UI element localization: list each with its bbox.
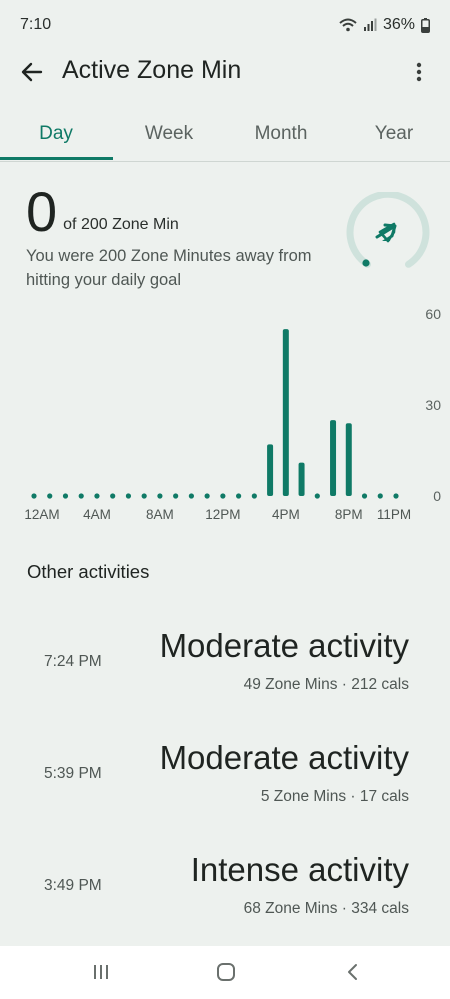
chart-zero-marker [94,493,100,499]
tab-week[interactable]: Week [113,112,225,162]
activity-item[interactable]: 5:39 PM Moderate activity 5 Zone Mins · … [0,736,450,836]
chart-zero-marker [220,493,226,499]
y-tick-label: 60 [425,306,441,322]
progress-dot [362,259,370,267]
status-bar: 7:10 36% [0,0,450,50]
wifi-icon [339,18,357,32]
x-tick-label: 4AM [83,507,111,522]
app-bar: Active Zone Min [0,50,450,94]
tab-year[interactable]: Year [338,112,450,162]
zone-arrows-icon [375,222,397,243]
chart-bar[interactable] [330,420,337,496]
chart-zero-marker [47,493,53,499]
zone-summary: 0 of 200 Zone Min [26,182,179,242]
activity-time: 7:24 PM [44,653,102,670]
chart-zero-marker [110,493,116,499]
chart-zero-marker [236,493,242,499]
activity-item[interactable]: 7:24 PM Moderate activity 49 Zone Mins ·… [0,624,450,724]
x-tick-label: 12PM [205,507,240,522]
chart-bar[interactable] [345,423,352,496]
period-tabs: Day Week Month Year [0,112,450,162]
chart-zero-marker [173,493,179,499]
zone-minutes-goal: of 200 Zone Min [63,216,179,233]
zone-minutes-chart: 60 30 0 12AM 4AM 8AM 12PM 4PM 8PM 11PM [24,306,441,522]
chart-zero-marker [314,493,320,499]
activity-name: Moderate activity [159,627,409,664]
more-vert-icon[interactable] [406,58,432,86]
battery-icon [421,17,430,33]
page-title: Active Zone Min [62,56,242,84]
x-tick-label: 8PM [335,507,363,522]
status-icons: 36% [339,16,430,34]
status-time: 7:10 [20,16,52,33]
chart-bar[interactable] [267,444,274,496]
chart-zero-marker [251,493,257,499]
chart-zero-marker [31,493,37,499]
chart-bar[interactable] [282,329,289,496]
battery-percent: 36% [382,16,415,33]
activity-details: 68 Zone Mins · 334 cals [243,900,409,917]
chart-zero-marker [188,493,194,499]
x-tick-label: 4PM [272,507,300,522]
activity-details: 5 Zone Mins · 17 cals [260,788,409,805]
chart-zero-marker [157,493,163,499]
back-icon[interactable] [338,960,368,984]
active-tab-indicator [0,157,113,160]
chart-zero-marker [125,493,132,499]
zone-minutes-value: 0 [26,180,58,243]
tab-day[interactable]: Day [0,112,112,162]
goal-progress-ring [344,190,432,280]
activity-details: 49 Zone Mins · 212 cals [243,676,409,693]
recent-apps-icon[interactable] [86,960,116,984]
x-tick-label: 8AM [146,507,174,522]
chart-zero-marker [141,493,147,499]
chart-zero-marker [204,493,210,499]
chart-zero-marker [361,493,368,499]
chart-bar[interactable] [298,462,305,496]
chart-zero-marker [393,493,399,499]
x-tick-label: 12AM [24,507,59,522]
chart-zero-marker [377,493,383,499]
activity-item[interactable]: 3:49 PM Intense activity 68 Zone Mins · … [0,848,450,948]
goal-description: You were 200 Zone Minutes away from hitt… [26,247,312,289]
home-icon[interactable] [211,960,241,984]
chart-zero-marker [62,493,69,499]
other-activities-heading: Other activities [27,561,150,582]
tab-month[interactable]: Month [225,112,337,162]
x-tick-label: 11PM [377,507,411,522]
y-tick-label: 0 [433,488,441,504]
signal-icon [363,18,377,32]
activity-time: 3:49 PM [44,877,102,894]
system-nav-bar [0,946,450,999]
activity-name: Intense activity [190,851,409,888]
activity-time: 5:39 PM [44,765,102,782]
back-arrow-icon[interactable] [18,58,46,86]
activity-name: Moderate activity [159,739,409,776]
chart-zero-marker [78,493,84,499]
y-tick-label: 30 [425,397,441,413]
